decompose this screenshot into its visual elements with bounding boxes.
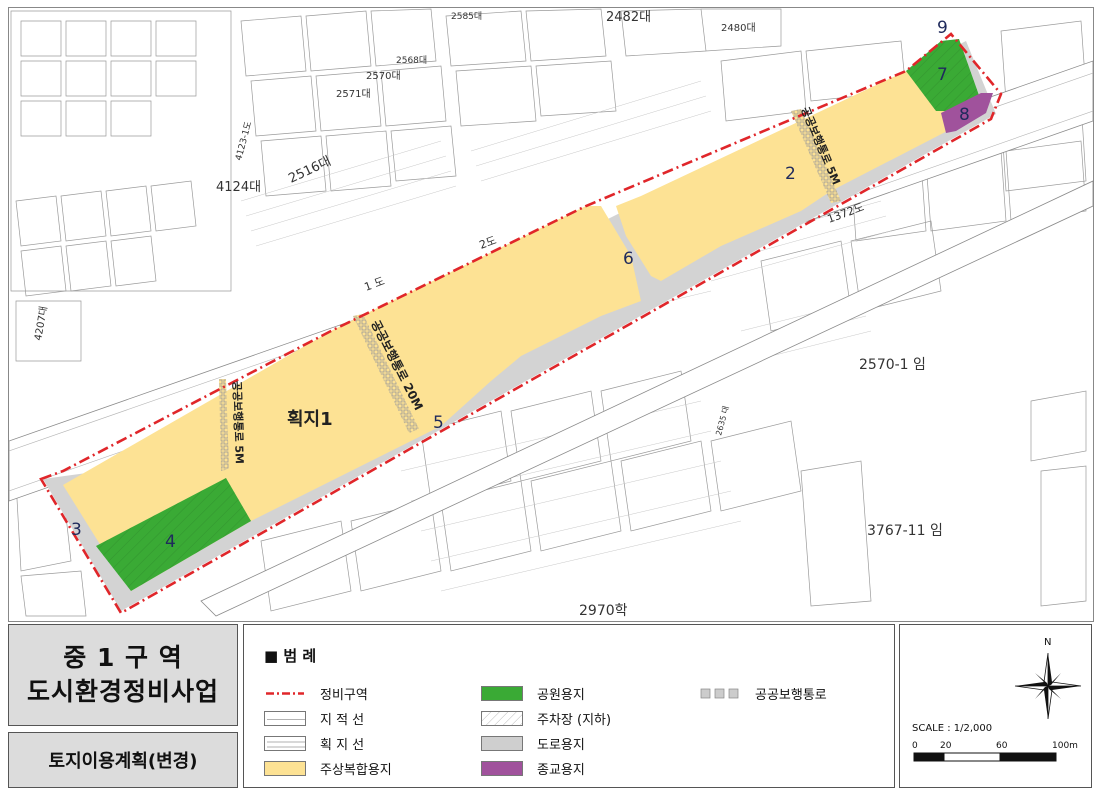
legend-item-mixed-use: 주상복합용지 xyxy=(264,759,392,778)
subtitle-panel: 토지이용계획(변경) xyxy=(8,732,238,788)
legend-item-cadastral: 지 적 선 xyxy=(264,709,364,728)
zone-number: 2 xyxy=(785,164,796,184)
legend-label: 지 적 선 xyxy=(320,713,365,728)
lot-label: 2571대 xyxy=(336,88,371,100)
north-label: N xyxy=(1044,637,1051,648)
lot-label: 2585대 xyxy=(451,11,482,22)
scale-bar xyxy=(913,752,1057,762)
lot-label: 2970학 xyxy=(579,603,628,619)
legend-item-block-line: 획 지 선 xyxy=(264,734,364,753)
legend-label: 획 지 선 xyxy=(320,738,365,753)
legend-item-walkway: 공공보행통로 xyxy=(699,684,827,703)
zone-number: 9 xyxy=(937,18,948,38)
title-line-1: 중 1 구 역 xyxy=(63,643,183,672)
lot-label: 2516대 xyxy=(286,154,333,187)
zone-number: 8 xyxy=(959,105,970,125)
legend-item-road: 도로용지 xyxy=(481,734,585,753)
lot-label: 2480대 xyxy=(721,22,756,34)
legend-item-religious: 종교용지 xyxy=(481,759,585,778)
lot-label: 1 도 xyxy=(363,275,387,294)
zone-number: 5 xyxy=(433,413,444,433)
lot-label: 2570-1 임 xyxy=(859,357,926,373)
walkway-label: 공공보행통로 5M xyxy=(230,381,247,465)
road-swatch xyxy=(481,736,523,751)
block-line-swatch xyxy=(264,736,306,751)
zone-number: 7 xyxy=(937,65,948,85)
legend-heading: ■ 범 례 xyxy=(264,647,317,665)
zone-number: 3 xyxy=(71,520,82,540)
lot-label: 2568대 xyxy=(396,55,427,66)
lot-label: 2도 xyxy=(478,234,499,252)
map-canvas: 2482대 2480대 2585대 2571대 2570대 2568대 2516… xyxy=(9,8,1093,619)
land-use-map[interactable]: 2482대 2480대 2585대 2571대 2570대 2568대 2516… xyxy=(8,7,1094,622)
religious-swatch xyxy=(481,761,523,776)
north-arrow-icon: N SCALE : 1/2,000 0 20 60 100m xyxy=(912,637,1082,762)
legend-item-park: 공원용지 xyxy=(481,684,585,703)
legend-label: 공원용지 xyxy=(537,688,585,703)
lot-label: 2635 대 xyxy=(714,405,731,437)
north-scale-panel: N SCALE : 1/2,000 0 20 60 100m xyxy=(899,624,1092,788)
subtitle-text: 토지이용계획(변경) xyxy=(48,751,198,772)
parking-swatch xyxy=(481,711,523,726)
title-panel: 중 1 구 역 도시환경정비사업 xyxy=(8,624,238,726)
zone-number: 4 xyxy=(165,532,176,552)
block-label: 획지1 xyxy=(287,409,333,430)
scale-tick: 100m xyxy=(1052,741,1078,751)
walkway-swatch xyxy=(700,688,739,699)
scale-label: SCALE : 1/2,000 xyxy=(912,723,992,734)
scale-tick: 20 xyxy=(940,741,952,751)
lot-label: 2570대 xyxy=(366,70,401,82)
legend-label: 종교용지 xyxy=(537,763,585,778)
cadastral-swatch xyxy=(264,711,306,726)
legend-label: 도로용지 xyxy=(537,738,585,753)
lot-label: 4124대 xyxy=(216,180,261,195)
lot-label: 3767-11 임 xyxy=(867,523,943,539)
mixed-use-swatch xyxy=(264,761,306,776)
lot-label: 4207대 xyxy=(32,305,50,341)
lot-label: 2482대 xyxy=(606,10,651,25)
legend-label: 공공보행통로 xyxy=(755,688,827,703)
boundary-swatch xyxy=(266,692,304,695)
legend-label: 주상복합용지 xyxy=(320,763,392,778)
park-swatch xyxy=(481,686,523,701)
legend-label: 정비구역 xyxy=(320,688,368,703)
title-line-2: 도시환경정비사업 xyxy=(26,677,219,706)
legend-label: 주차장 (지하) xyxy=(537,713,612,728)
legend-item-boundary: 정비구역 xyxy=(264,684,368,703)
legend-item-parking: 주차장 (지하) xyxy=(481,709,611,728)
legend-panel: ■ 범 례 정비구역 지 적 선 획 지 선 주상복합용지 공원용지 주차장 (… xyxy=(243,624,895,788)
scale-tick: 0 xyxy=(912,741,918,751)
zone-number: 6 xyxy=(623,249,634,269)
scale-tick: 60 xyxy=(996,741,1008,751)
lot-label: 4123-1도 xyxy=(234,120,254,161)
